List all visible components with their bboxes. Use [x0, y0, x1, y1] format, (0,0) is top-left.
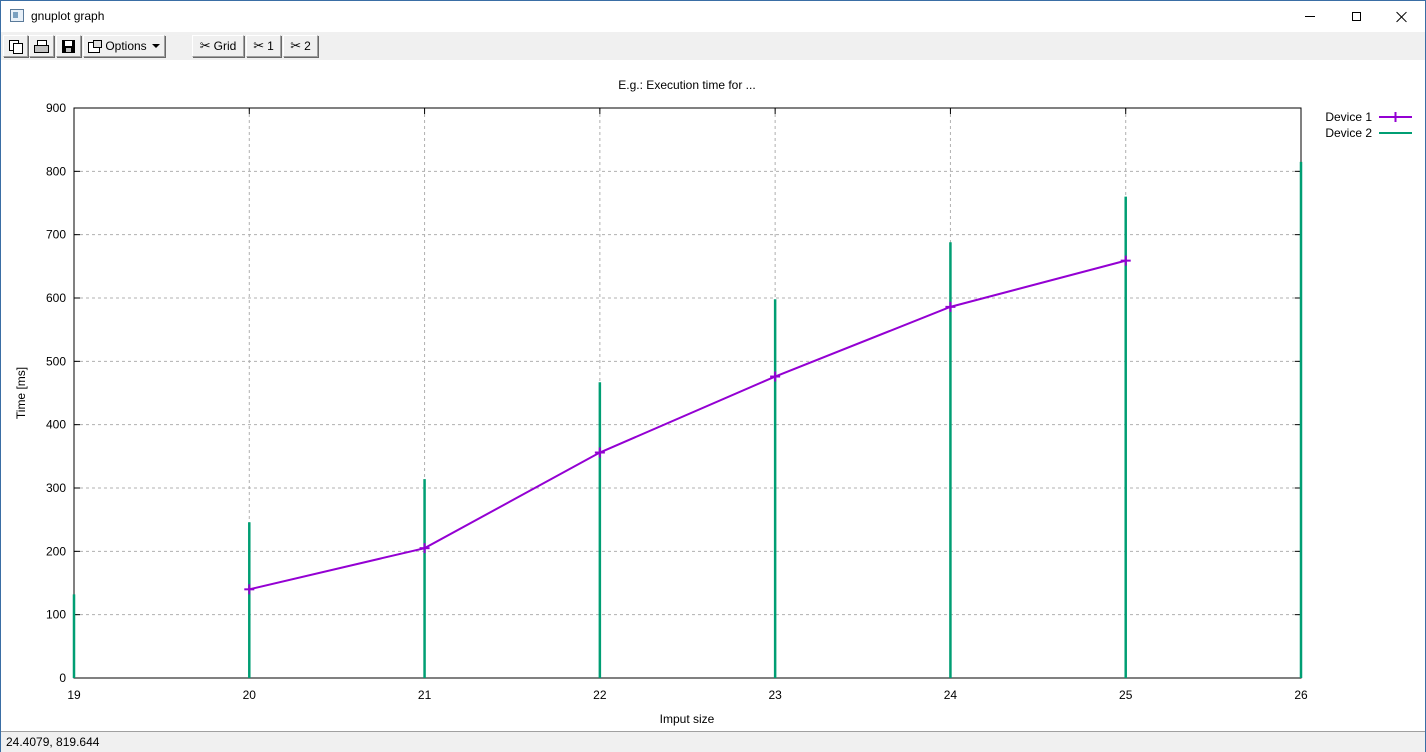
plot1-toggle-button[interactable]: ✂ 1 — [246, 35, 281, 57]
x-tick-label: 21 — [418, 688, 432, 702]
options-icon — [88, 39, 103, 53]
close-icon — [1396, 11, 1408, 23]
chart-title: E.g.: Execution time for ... — [618, 78, 755, 92]
device-1-point — [770, 371, 781, 382]
options-dropdown[interactable]: Options — [83, 35, 165, 57]
legend: Device 1 Device 2 — [1325, 110, 1412, 140]
minimize-button[interactable] — [1287, 1, 1333, 32]
maximize-icon — [1351, 12, 1361, 21]
y-tick-label: 800 — [46, 164, 66, 178]
x-tick-label: 25 — [1119, 688, 1133, 702]
y-tick-label: 500 — [46, 354, 66, 368]
copy-button[interactable] — [3, 35, 28, 57]
plot2-toggle-button[interactable]: ✂ 2 — [283, 35, 318, 57]
y-tick-label: 0 — [59, 671, 66, 685]
chevron-down-icon — [151, 44, 160, 48]
options-label: Options — [105, 39, 147, 53]
x-tick-label: 20 — [243, 688, 257, 702]
grid-label: Grid — [213, 39, 237, 53]
x-tick-label: 26 — [1294, 688, 1308, 702]
grid-toggle-button[interactable]: ✂ Grid — [192, 35, 244, 57]
y-tick-label: 300 — [46, 481, 66, 495]
app-icon — [10, 9, 24, 22]
title-bar[interactable]: gnuplot graph — [1, 1, 1425, 32]
cursor-coordinates: 24.4079, 819.644 — [6, 735, 100, 749]
minimize-icon — [1305, 16, 1315, 17]
scissors-icon: ✂ — [253, 38, 265, 53]
close-button[interactable] — [1379, 1, 1425, 32]
grid-lines — [74, 108, 1301, 678]
device-1-point — [945, 301, 956, 312]
y-tick-label: 200 — [46, 544, 66, 558]
x-tick-label: 22 — [593, 688, 607, 702]
device-1-point — [594, 447, 605, 458]
x-tick-label: 19 — [67, 688, 81, 702]
toolbar: Options ✂ Grid ✂ 1 ✂ 2 — [1, 32, 1425, 60]
save-button[interactable] — [56, 35, 81, 57]
x-axis-label: Imput size — [660, 712, 715, 726]
gnuplot-window: gnuplot graph Options ✂ Grid ✂ 1 ✂ 2 0 1… — [0, 0, 1426, 752]
status-bar: 24.4079, 819.644 — [1, 731, 1425, 752]
legend-label: Device 2 — [1325, 126, 1372, 140]
device-1-point — [244, 584, 255, 595]
series-group — [72, 161, 1303, 678]
scissors-icon: ✂ — [290, 38, 302, 53]
y-tick-label: 900 — [46, 101, 66, 115]
y-tick-label: 100 — [46, 608, 66, 622]
scissors-icon: ✂ — [199, 38, 211, 53]
y-tick-label: 700 — [46, 228, 66, 242]
plot1-label: 1 — [267, 39, 274, 53]
plot-border — [73, 107, 1302, 679]
y-axis-label: Time [ms] — [14, 367, 28, 419]
x-tick-label: 23 — [768, 688, 782, 702]
print-button[interactable] — [29, 35, 54, 57]
window-title: gnuplot graph — [31, 9, 105, 23]
device-1-point — [1120, 255, 1131, 266]
maximize-button[interactable] — [1333, 1, 1379, 32]
axis-ticks: 0 100 200 300 400 500 600 700 800 900 19 20 21 22 23 24… — [46, 101, 1308, 702]
copy-icon — [9, 39, 23, 54]
y-tick-label: 600 — [46, 291, 66, 305]
legend-label: Device 1 — [1325, 110, 1372, 124]
plot2-label: 2 — [304, 39, 311, 53]
plot-canvas[interactable]: 0 100 200 300 400 500 600 700 800 900 19 20 21 22 23 24… — [1, 60, 1425, 731]
print-icon — [34, 39, 49, 53]
save-icon — [62, 39, 75, 53]
x-tick-label: 24 — [944, 688, 958, 702]
y-tick-label: 400 — [46, 418, 66, 432]
